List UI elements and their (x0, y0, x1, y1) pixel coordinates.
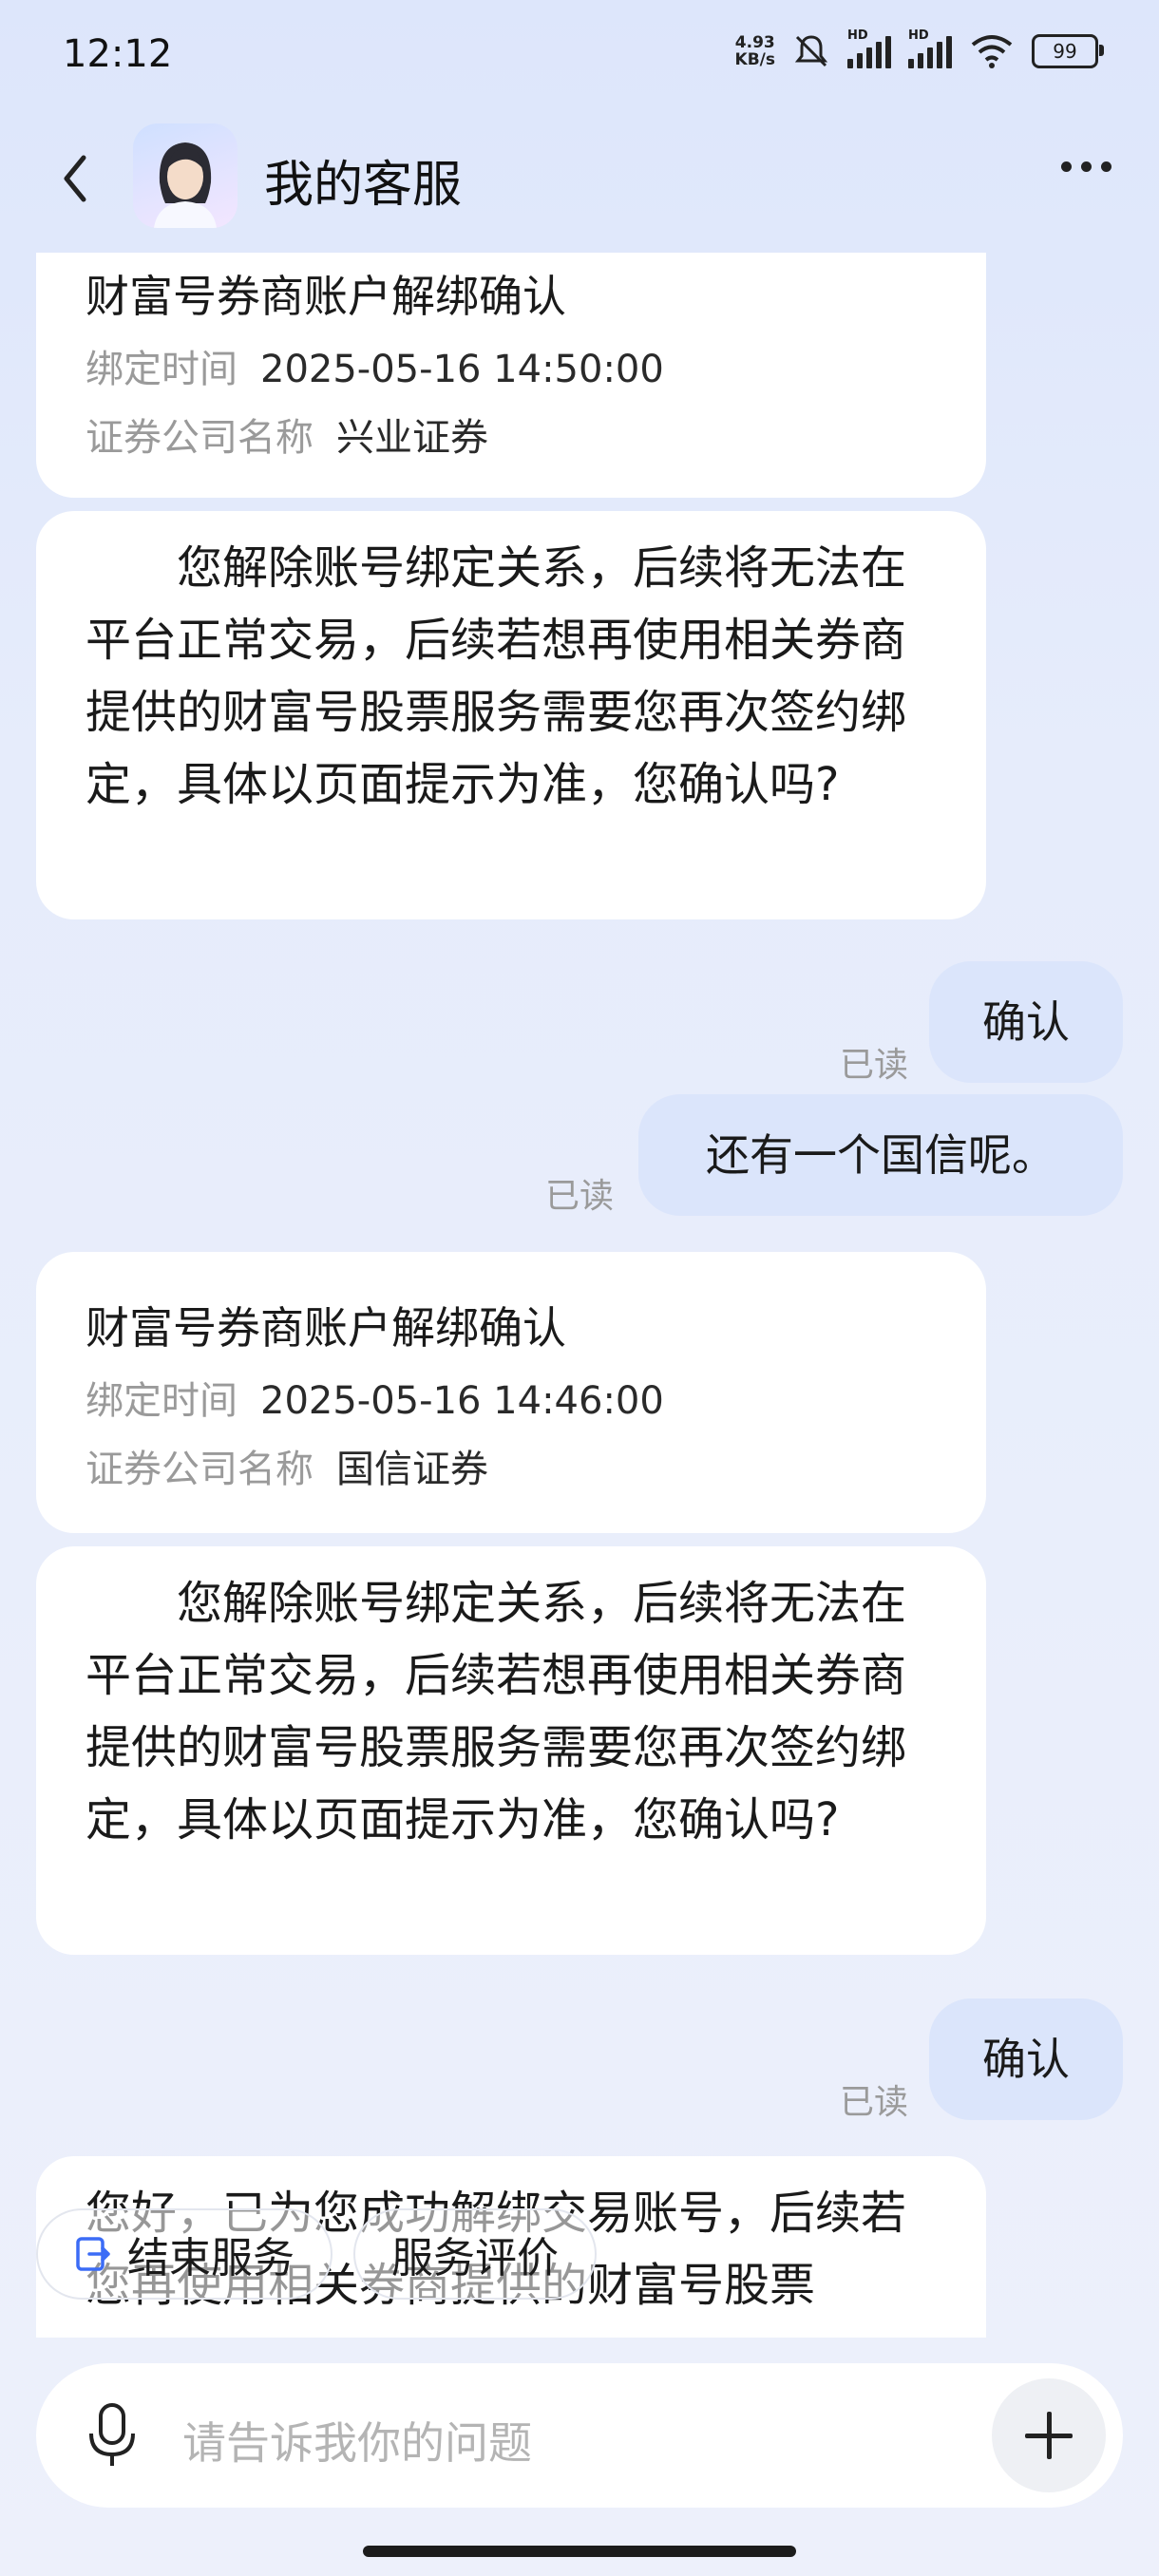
broker-name-row: 证券公司名称 兴业证券 (86, 407, 937, 462)
quick-actions: 结束服务 服务评价 (36, 2208, 597, 2300)
status-icons: 4.93 KB/s HD HD 99 (735, 28, 1104, 70)
network-speed-value: 4.93 (734, 33, 775, 52)
network-speed-unit: KB/s (734, 50, 775, 69)
broker-name-label: 证券公司名称 (86, 1448, 314, 1491)
bind-time-label: 绑定时间 (86, 348, 238, 391)
avatar[interactable] (133, 123, 238, 228)
read-receipt: 已读 (840, 1046, 909, 1085)
exit-icon (76, 2237, 110, 2271)
bell-muted-icon (794, 35, 828, 67)
status-bar: 12:12 4.93 KB/s HD HD 99 (0, 0, 1159, 114)
rate-service-button[interactable]: 服务评价 (353, 2208, 597, 2300)
rate-service-label: 服务评价 (391, 2234, 559, 2282)
network-speed: 4.93 KB/s (735, 34, 775, 68)
user-message: 确认 (929, 961, 1123, 1083)
plus-icon[interactable] (992, 2378, 1106, 2492)
home-indicator[interactable] (363, 2546, 796, 2557)
clock: 12:12 (63, 32, 173, 76)
chevron-left-icon[interactable] (53, 150, 101, 207)
wifi-icon (971, 35, 1013, 68)
hd-label: HD (847, 28, 868, 43)
user-message: 确认 (929, 1998, 1123, 2120)
more-dots-icon[interactable] (1061, 161, 1112, 172)
message-input-bar[interactable]: 请告诉我你的问题 (36, 2363, 1123, 2508)
agent-message: 您解除账号绑定关系，后续将无法在平台正常交易，后续若想再使用相关券商提供的财富号… (36, 1546, 986, 1955)
message-text: 您解除账号绑定关系，后续将无法在平台正常交易，后续若想再使用相关券商提供的财富号… (86, 1577, 907, 1847)
read-receipt: 已读 (545, 1177, 615, 1216)
broker-name-label: 证券公司名称 (86, 416, 314, 460)
card-title: 财富号券商账户解绑确认 (86, 1302, 566, 1354)
bind-time-row: 绑定时间 2025-05-16 14:46:00 (86, 1370, 937, 1425)
signal-icon-2: HD (908, 28, 952, 68)
bind-time-label: 绑定时间 (86, 1379, 238, 1423)
page-title: 我的客服 (264, 157, 463, 214)
agent-avatar-icon (154, 142, 217, 228)
unbind-confirm-card: 财富号券商账户解绑确认 绑定时间 2025-05-16 14:50:00 证券公司… (36, 253, 986, 498)
unbind-confirm-card: 财富号券商账户解绑确认 绑定时间 2025-05-16 14:46:00 证券公司… (36, 1252, 986, 1533)
hd-label-2: HD (908, 28, 929, 43)
chat-list[interactable]: 财富号券商账户解绑确认 绑定时间 2025-05-16 14:50:00 证券公司… (0, 253, 1159, 2338)
broker-name-value: 国信证券 (336, 1448, 488, 1491)
user-message: 还有一个国信呢。 (638, 1094, 1123, 1216)
chat-header: 我的客服 (0, 123, 1159, 237)
card-title: 财富号券商账户解绑确认 (86, 271, 566, 322)
bind-time-value: 2025-05-16 14:50:00 (260, 348, 664, 391)
microphone-icon[interactable] (84, 2401, 141, 2470)
signal-icon: HD (847, 28, 891, 68)
agent-message: 您解除账号绑定关系，后续将无法在平台正常交易，后续若想再使用相关券商提供的财富号… (36, 511, 986, 919)
read-receipt: 已读 (840, 2083, 909, 2122)
bind-time-row: 绑定时间 2025-05-16 14:50:00 (86, 338, 937, 393)
broker-name-value: 兴业证券 (336, 416, 488, 460)
message-text: 您解除账号绑定关系，后续将无法在平台正常交易，后续若想再使用相关券商提供的财富号… (86, 541, 907, 811)
end-service-label: 结束服务 (127, 2234, 294, 2282)
battery-icon: 99 (1032, 34, 1104, 68)
bind-time-value: 2025-05-16 14:46:00 (260, 1379, 664, 1423)
end-service-button[interactable]: 结束服务 (36, 2208, 332, 2300)
question-input[interactable]: 请告诉我你的问题 (182, 2409, 532, 2472)
battery-level: 99 (1053, 40, 1077, 63)
broker-name-row: 证券公司名称 国信证券 (86, 1438, 937, 1493)
